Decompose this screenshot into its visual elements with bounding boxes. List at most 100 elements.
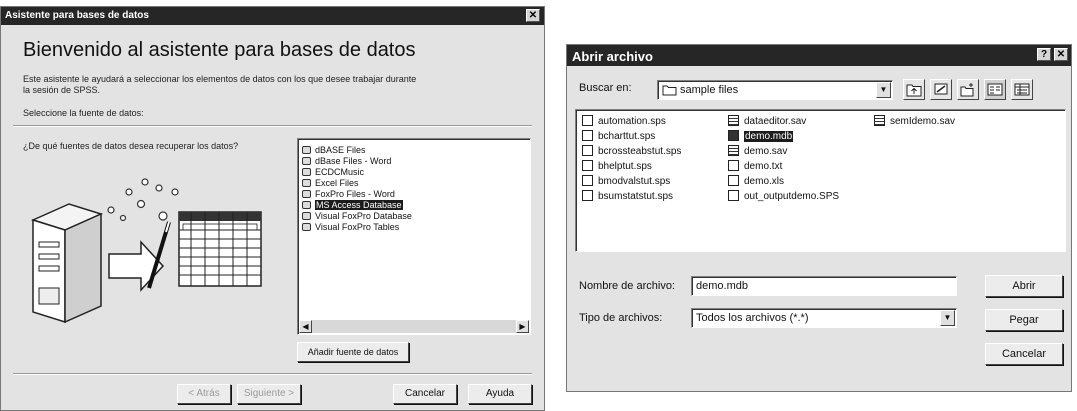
list-item-label: Visual FoxPro Database — [315, 211, 412, 221]
up-one-level-button[interactable] — [903, 79, 925, 100]
odbc-source-icon — [302, 157, 311, 165]
file-name: bhelptut.sps — [598, 161, 652, 172]
data-bubbles-icon — [107, 178, 179, 222]
dialog-title: Abrir archivo — [572, 49, 653, 64]
file-type-dropdown[interactable]: Todos los archivos (*.*) ▼ — [691, 308, 957, 328]
new-folder-icon — [960, 83, 974, 97]
odbc-source-icon — [302, 201, 311, 209]
list-item-label: Excel Files — [315, 178, 359, 188]
file-list[interactable]: automation.sps bcharttut.sps bcrossteabs… — [575, 109, 1066, 252]
odbc-source-icon — [302, 179, 311, 187]
list-item[interactable]: dBASE Files — [302, 145, 366, 156]
file-name: bcrossteabstut.sps — [598, 146, 682, 157]
odbc-source-icon — [302, 223, 311, 231]
look-in-dropdown[interactable]: sample files ▼ — [657, 80, 893, 100]
syntax-file-icon — [582, 175, 593, 186]
list-item-selected[interactable]: MS Access Database — [302, 200, 403, 211]
list-item-label: FoxPro Files - Word — [315, 189, 395, 199]
list-item[interactable]: FoxPro Files - Word — [302, 189, 395, 200]
next-button[interactable]: Siguiente > — [237, 384, 301, 404]
cancel-button[interactable]: Cancelar — [393, 384, 457, 404]
up-folder-icon — [906, 84, 922, 97]
list-view-button[interactable] — [984, 79, 1006, 100]
file-item[interactable]: dataeditor.sav — [728, 115, 806, 129]
odbc-source-icon — [302, 146, 311, 154]
file-name: semIdemo.sav — [890, 116, 956, 127]
list-view-icon — [987, 83, 1003, 96]
syntax-file-icon — [582, 145, 593, 156]
data-file-icon — [728, 145, 739, 156]
divider — [13, 373, 532, 375]
list-item-label: dBase Files - Word — [315, 156, 392, 166]
list-item[interactable]: Visual FoxPro Tables — [302, 222, 399, 233]
file-item[interactable]: demo.sav — [728, 145, 787, 159]
close-icon[interactable]: ✕ — [1054, 48, 1068, 61]
file-name: bcharttut.sps — [598, 131, 656, 142]
list-item[interactable]: ECDCMusic — [302, 167, 364, 178]
file-item[interactable]: bcharttut.sps — [582, 130, 655, 144]
syntax-file-icon — [582, 190, 593, 201]
new-folder-button[interactable] — [957, 79, 979, 100]
horizontal-scrollbar[interactable]: ◀ ▶ — [299, 320, 529, 333]
file-name: out_outputdemo.SPS — [744, 191, 840, 202]
details-view-icon — [1014, 83, 1030, 96]
file-item-selected[interactable]: demo.mdb — [728, 130, 794, 144]
wizard-title: Asistente para bases de datos — [5, 10, 149, 21]
list-item-label: MS Access Database — [315, 200, 403, 210]
file-item[interactable]: demo.xls — [728, 175, 784, 189]
open-button[interactable]: Abrir — [985, 275, 1063, 297]
list-item[interactable]: dBase Files - Word — [302, 156, 391, 167]
file-name: dataeditor.sav — [744, 116, 807, 127]
paste-button[interactable]: Pegar — [985, 309, 1063, 331]
data-source-list[interactable]: dBASE Files dBase Files - Word ECDCMusic… — [297, 138, 531, 335]
file-name-field[interactable]: demo.mdb — [691, 276, 957, 296]
scroll-right-icon[interactable]: ▶ — [516, 320, 529, 333]
divider — [13, 125, 532, 127]
file-item[interactable]: bmodvalstut.sps — [582, 175, 670, 189]
wizard-heading: Bienvenido al asistente para bases de da… — [23, 39, 416, 61]
file-item[interactable]: automation.sps — [582, 115, 666, 129]
help-icon[interactable]: ? — [1037, 48, 1051, 61]
excel-file-icon — [728, 175, 739, 186]
wizard-title-bar: Asistente para bases de datos ✕ — [1, 7, 544, 25]
list-item[interactable]: Visual FoxPro Database — [302, 211, 412, 222]
list-item[interactable]: Excel Files — [302, 178, 359, 189]
file-name-label: Nombre de archivo: — [579, 280, 675, 292]
file-name: demo.xls — [744, 176, 785, 187]
file-item[interactable]: bsumstatstut.sps — [582, 190, 673, 204]
syntax-file-icon — [582, 115, 593, 126]
list-item-label: ECDCMusic — [315, 167, 365, 177]
file-item[interactable]: bcrossteabstut.sps — [582, 145, 681, 159]
add-data-source-button[interactable]: Añadir fuente de datos — [297, 342, 409, 362]
odbc-source-icon — [302, 190, 311, 198]
chevron-down-icon[interactable]: ▼ — [940, 310, 955, 326]
odbc-source-icon — [302, 168, 311, 176]
select-source-label: Seleccione la fuente de datos: — [23, 108, 144, 118]
close-icon[interactable]: ✕ — [526, 9, 540, 22]
file-item[interactable]: semIdemo.sav — [874, 115, 955, 129]
desktop-icon — [934, 83, 948, 95]
file-type-label: Tipo de archivos: — [579, 312, 663, 324]
file-name: bmodvalstut.sps — [598, 176, 671, 187]
cancel-button[interactable]: Cancelar — [985, 343, 1063, 365]
details-view-button[interactable] — [1011, 79, 1033, 100]
file-name: demo.sav — [744, 146, 788, 157]
syntax-file-icon — [582, 160, 593, 171]
chevron-down-icon[interactable]: ▼ — [876, 82, 891, 98]
desktop-button[interactable] — [930, 79, 952, 100]
file-item[interactable]: out_outputdemo.SPS — [728, 190, 839, 204]
text-file-icon — [728, 160, 739, 171]
file-name: bsumstatstut.sps — [598, 191, 674, 202]
back-button[interactable]: < Atrás — [177, 384, 231, 404]
database-server-icon — [30, 203, 104, 324]
data-file-icon — [874, 115, 885, 126]
scroll-left-icon[interactable]: ◀ — [299, 320, 312, 333]
source-question-label: ¿De qué fuentes de datos desea recuperar… — [23, 141, 239, 151]
help-button[interactable]: Ayuda — [468, 384, 532, 404]
look-in-label: Buscar en: — [579, 82, 632, 94]
file-name: demo.mdb — [744, 131, 794, 142]
file-item[interactable]: demo.txt — [728, 160, 782, 174]
file-item[interactable]: bhelptut.sps — [582, 160, 652, 174]
file-name: automation.sps — [598, 116, 666, 127]
open-file-dialog: Abrir archivo ? ✕ Buscar en: sample file… — [566, 44, 1072, 392]
